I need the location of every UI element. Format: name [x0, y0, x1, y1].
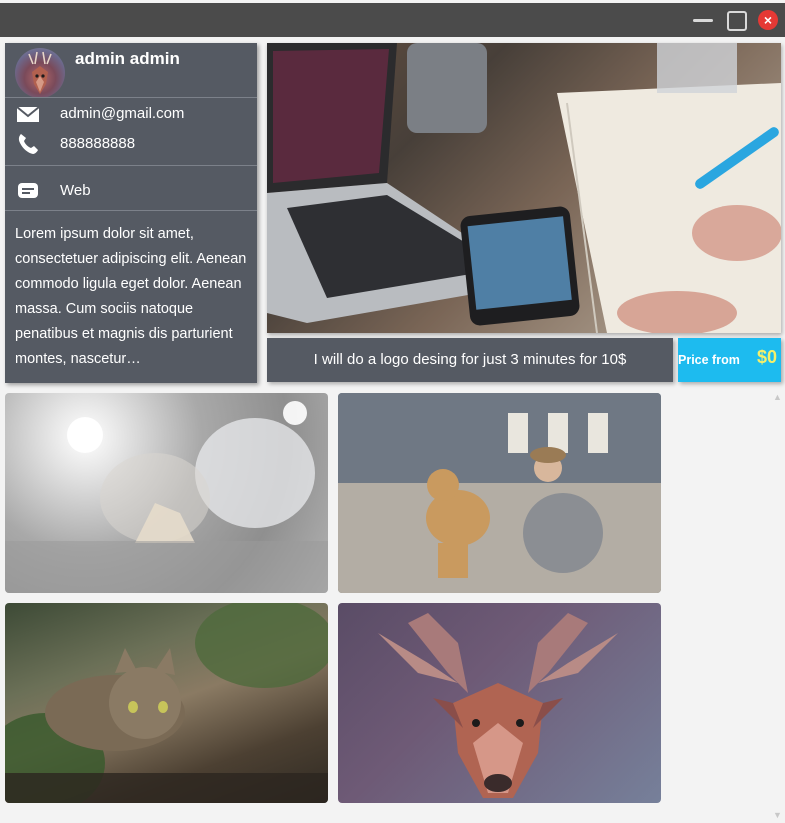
divider: [5, 97, 257, 98]
divider: [5, 165, 257, 166]
email-text: admin@gmail.com: [60, 105, 185, 122]
avatar[interactable]: [15, 48, 65, 98]
deer-lowpoly-illustration: [378, 613, 618, 798]
email-icon: [16, 106, 40, 122]
divider: [5, 210, 257, 211]
price-value: $0: [757, 347, 778, 367]
gallery-image-dancer[interactable]: [5, 393, 328, 593]
email-row[interactable]: admin@gmail.com: [5, 101, 257, 127]
chat-icon: [18, 183, 38, 198]
close-button[interactable]: ×: [758, 10, 778, 30]
offer-caption[interactable]: I will do a logo desing for just 3 minut…: [267, 338, 673, 382]
profile-card: admin admin admin@gmail.com 888888888 We…: [5, 43, 257, 383]
price-badge[interactable]: Price from $0: [678, 338, 781, 382]
profile-name: admin admin: [75, 49, 180, 68]
phone-text: 888888888: [60, 135, 136, 152]
laptop-desk-illustration: [267, 43, 781, 333]
deer-avatar-icon: [28, 51, 52, 94]
minimize-button[interactable]: [693, 10, 713, 30]
phone-icon: [18, 134, 38, 154]
title-bar: ×: [0, 3, 785, 37]
gallery-image-deer[interactable]: [338, 603, 661, 803]
dog-illustration: [338, 393, 661, 593]
dancer-illustration: [5, 401, 328, 593]
price-label: Price from: [678, 353, 740, 367]
web-text: Web: [60, 182, 91, 199]
hero-image: [267, 43, 781, 333]
web-row[interactable]: Web: [5, 178, 257, 204]
scroll-up-icon[interactable]: ▲: [773, 392, 782, 402]
cat-illustration: [5, 603, 328, 803]
phone-row[interactable]: 888888888: [5, 131, 257, 157]
profile-description: Lorem ipsum dolor sit amet, consectetuer…: [15, 226, 247, 367]
gallery-image-dog[interactable]: [338, 393, 661, 593]
scroll-down-icon[interactable]: ▼: [773, 810, 782, 820]
vertical-scrollbar[interactable]: ▲ ▼: [771, 392, 783, 823]
maximize-button[interactable]: [727, 11, 747, 31]
gallery-image-cat[interactable]: [5, 603, 328, 803]
